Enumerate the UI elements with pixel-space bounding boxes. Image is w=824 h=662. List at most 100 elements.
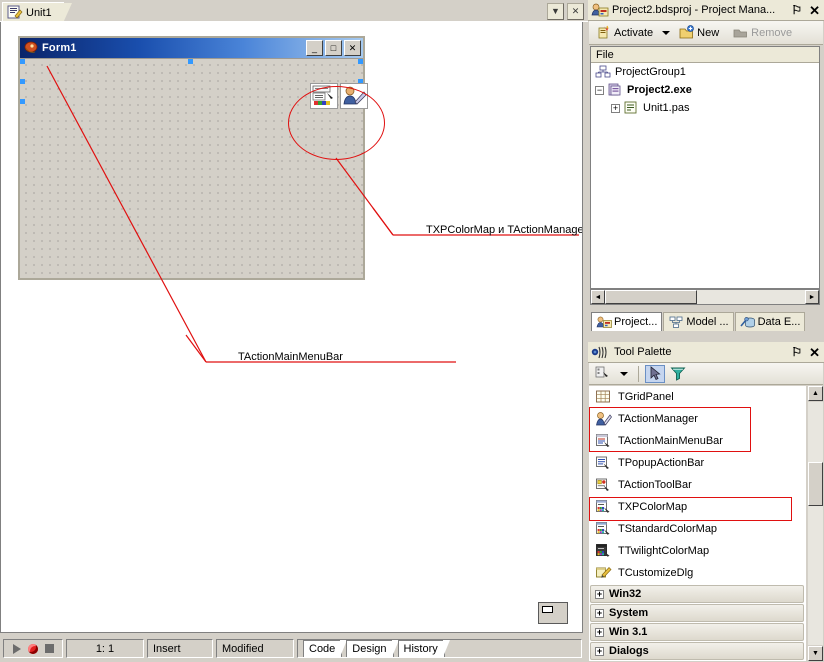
palette-item-tgridpanel[interactable]: TGridPanel [589,386,806,408]
palette-category-label: Win32 [609,588,642,600]
activate-dropdown-caret[interactable] [662,30,671,35]
palette-category-win32[interactable]: + Win32 [590,585,804,603]
palette-item-tactionmanager[interactable]: TActionManager [589,408,806,430]
expand-expander[interactable]: + [595,608,604,618]
form-maximize-button[interactable]: □ [325,40,342,56]
view-tabs: Code Design History [297,639,582,658]
form-thumbnail[interactable] [538,602,568,624]
project-tree-hscrollbar[interactable]: ◄ ► [590,289,820,305]
project-tree[interactable]: File ProjectGroup1 − Project2.exe + Unit… [590,46,820,289]
palette-item-tpopupactionbar[interactable]: TPopupActionBar [589,452,806,474]
cursor-position: 1: 1 [66,639,144,658]
editor-tab-unit1[interactable]: Unit1 [2,2,72,23]
remove-icon [733,25,748,40]
form-close-button[interactable]: ✕ [344,40,361,56]
action-toolbar-icon [595,477,612,493]
palette-options-caret[interactable] [620,371,628,376]
tree-node-unit1pas[interactable]: + Unit1.pas [591,99,819,117]
vscroll-thumb[interactable] [808,462,823,506]
expand-expander[interactable]: + [595,627,604,637]
tree-node-label: Project2.exe [627,84,692,96]
tool-palette-title: Tool Palette [614,346,672,358]
play-icon[interactable] [12,643,21,654]
view-tab-label: History [403,643,438,655]
editor-canvas[interactable]: Form1 _ □ ✕ TXPColorMap и TActionManager… [0,22,583,633]
project-tree-header[interactable]: File [591,47,819,63]
selection-handle[interactable] [20,79,25,84]
selection-handle[interactable] [358,59,363,64]
new-folder-icon [679,25,694,40]
tree-node-label: ProjectGroup1 [615,66,686,78]
pin-icon[interactable]: ⚐ [791,4,802,16]
selection-handle[interactable] [20,99,25,104]
tab-close-button[interactable]: ✕ [567,3,584,20]
view-tab-code[interactable]: Code [303,640,348,657]
hscroll-thumb[interactable] [605,290,697,304]
dock-tab-model-view[interactable]: Model ... [663,312,734,331]
view-tab-design[interactable]: Design [346,640,399,657]
vscroll-track[interactable] [808,402,823,645]
scroll-left-button[interactable]: ◄ [591,290,605,304]
tree-node-projectgroup[interactable]: ProjectGroup1 [591,63,819,81]
expand-expander[interactable]: + [595,646,604,656]
form-designer-window[interactable]: Form1 _ □ ✕ [18,36,368,280]
annotation-ellipse [288,86,385,160]
activate-button[interactable]: Activate [593,23,656,42]
close-icon[interactable]: ✕ [809,346,820,359]
collapse-expander[interactable]: − [595,85,604,95]
colormap-icon [595,499,612,515]
scroll-up-button[interactable]: ▲ [808,386,823,401]
dock-tab-label: Project... [614,316,658,328]
selection-handle[interactable] [188,59,193,64]
selection-handle[interactable] [20,59,25,64]
palette-item-tstandardcolormap[interactable]: TStandardColorMap [589,518,806,540]
palette-options-button[interactable] [593,365,613,383]
filter-tool-button[interactable] [668,365,688,383]
palette-item-label: TActionToolBar [618,479,692,491]
dock-tab-data-explorer[interactable]: Data E... [734,312,806,331]
unit-file-icon [7,5,23,20]
expand-expander[interactable]: + [595,589,604,599]
arrow-up-icon: ▲ [812,390,819,397]
dock-tab-strip: Project... Model ... Data E... [588,311,824,331]
scroll-right-button[interactable]: ► [805,290,819,304]
hscroll-track[interactable] [605,290,805,304]
stop-icon[interactable] [44,644,54,653]
tool-palette-toolbar [589,363,823,385]
pin-icon[interactable]: ⚐ [791,346,802,358]
pointer-tool-button[interactable] [645,364,665,383]
palette-category-system[interactable]: + System [590,604,804,622]
dock-tab-project-manager[interactable]: Project... [591,312,663,331]
close-icon[interactable]: ✕ [809,4,820,17]
tree-node-project2exe[interactable]: − Project2.exe [591,81,819,99]
palette-item-ttwilightcolormap[interactable]: TTwilightColorMap [589,540,806,562]
palette-item-label: TXPColorMap [618,501,688,513]
form-minimize-button[interactable]: _ [306,40,323,56]
editor-tab-label: Unit1 [26,6,52,19]
arrow-pointer-icon [650,366,661,381]
form-titlebar[interactable]: Form1 _ □ ✕ [20,38,363,58]
palette-category-win31[interactable]: + Win 3.1 [590,623,804,641]
palette-item-label: TStandardColorMap [618,523,718,535]
tool-palette-vscrollbar[interactable]: ▲ ▼ [806,386,823,661]
new-button[interactable]: New [676,23,722,42]
remove-button[interactable]: Remove [730,23,795,42]
palette-item-tactiontoolbar[interactable]: TActionToolBar [589,474,806,496]
model-view-icon [668,316,684,329]
palette-item-txpcolormap[interactable]: TXPColorMap [589,496,806,518]
view-tab-history[interactable]: History [397,640,451,657]
palette-item-tactionmainmenubar[interactable]: TActionMainMenuBar [589,430,806,452]
scroll-down-button[interactable]: ▼ [808,646,823,661]
tool-palette-list[interactable]: TGridPanel TActionManager TActionMainMen… [589,386,806,661]
record-icon[interactable] [27,643,38,654]
dock-tab-label: Model ... [686,316,729,328]
view-tab-label: Code [309,643,336,655]
palette-category-dialogs[interactable]: + Dialogs [590,642,804,660]
tab-list-dropdown-button[interactable]: ▼ [547,3,564,20]
maximize-icon: □ [330,42,337,53]
expand-expander[interactable]: + [611,103,620,113]
project-manager-panel: Project2.bdsproj - Project Mana... ⚐ ✕ A… [588,0,824,331]
colormap-icon [595,521,612,537]
view-tab-label: Design [352,643,387,655]
palette-item-tcustomizedlg[interactable]: TCustomizeDlg [589,562,806,584]
